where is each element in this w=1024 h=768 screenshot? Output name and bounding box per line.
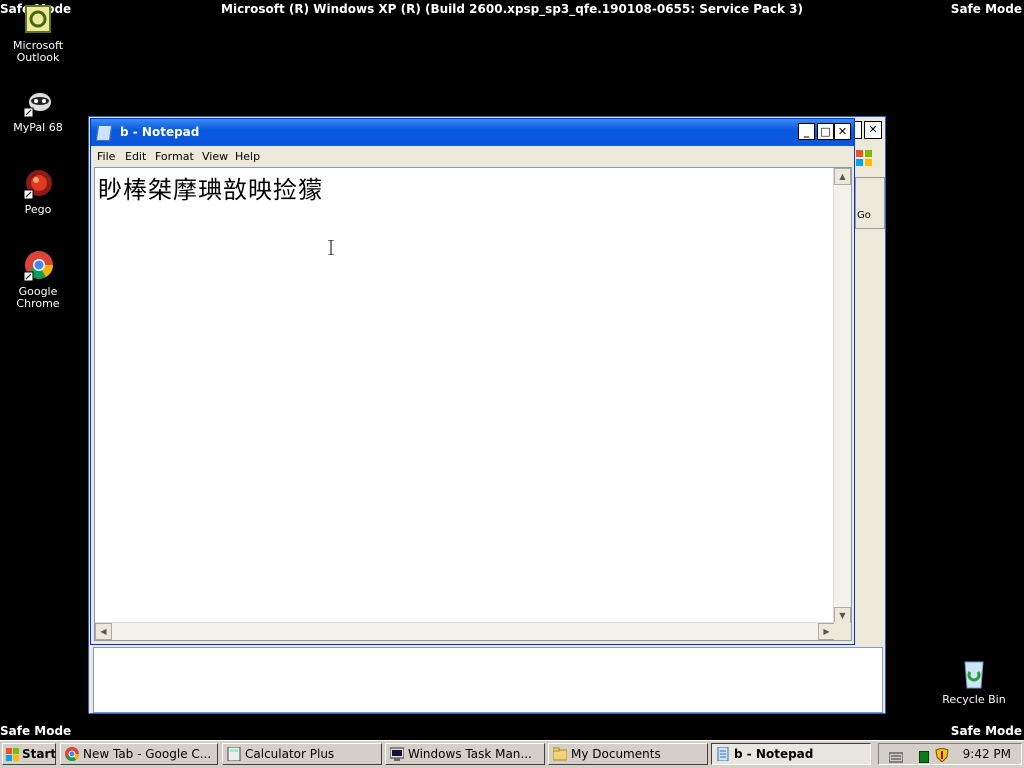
maximize-button[interactable]: □: [817, 123, 834, 140]
go-button[interactable]: Go: [855, 205, 885, 227]
close-button[interactable]: ✕: [834, 123, 851, 140]
notepad-titlebar[interactable]: b - Notepad _ □ ✕: [91, 119, 854, 146]
menu-format[interactable]: Format: [155, 150, 194, 163]
taskbar-item-calculator[interactable]: Calculator Plus: [222, 743, 382, 765]
desktop-icon-pego[interactable]: Pego: [0, 168, 76, 216]
vertical-scrollbar[interactable]: ▲ ▼: [833, 168, 851, 624]
system-tray: 9:42 PM: [878, 743, 1022, 765]
horizontal-scrollbar[interactable]: ◀ ▶: [95, 622, 835, 640]
taskbar-item-new-tab[interactable]: New Tab - Google C...: [60, 743, 218, 765]
taskbar-item-my-documents[interactable]: My Documents: [548, 743, 708, 765]
desktop-icon-mypal[interactable]: MyPal 68: [0, 86, 76, 134]
scroll-right-button[interactable]: ▶: [818, 623, 835, 640]
desktop-icon-label: Google Chrome: [16, 285, 60, 310]
windows-flag-icon: [855, 149, 873, 167]
status-icon[interactable]: [918, 748, 930, 764]
outlook-icon: [22, 4, 54, 36]
build-banner: Microsoft (R) Windows XP (R) (Build 2600…: [221, 2, 803, 16]
taskbar-item-label: My Documents: [571, 747, 661, 761]
editor-text: 眇棒桀摩琠敨映捡獴: [98, 176, 323, 204]
text-editor[interactable]: 眇棒桀摩琠敨映捡獴 ▲ ▼ ◀ ▶: [94, 167, 852, 641]
text-cursor-icon: [328, 239, 334, 256]
task-manager-icon: [389, 747, 405, 761]
chrome-icon: [22, 250, 54, 282]
scroll-left-button[interactable]: ◀: [95, 623, 112, 640]
scroll-up-button[interactable]: ▲: [834, 168, 851, 185]
taskbar-item-label: b - Notepad: [734, 747, 814, 761]
scroll-down-button[interactable]: ▼: [834, 607, 851, 624]
taskbar-item-label: New Tab - Google C...: [83, 747, 212, 761]
menu-edit[interactable]: Edit: [125, 150, 146, 163]
mypal-icon: [22, 86, 54, 118]
desktop-icon-label: MyPal 68: [13, 121, 63, 134]
menu-bar: File Edit Format View Help: [91, 147, 854, 167]
safe-mode-label-bottom-left: Safe Mode: [0, 724, 72, 738]
safe-mode-label-bottom-right: Safe Mode: [950, 724, 1022, 738]
menu-file[interactable]: File: [97, 150, 115, 163]
keyboard-icon[interactable]: [888, 748, 904, 763]
notepad-window[interactable]: b - Notepad _ □ ✕ File Edit Format View …: [90, 118, 855, 645]
desktop-icon-recycle-bin[interactable]: Recycle Bin: [936, 658, 1012, 706]
window-title: b - Notepad: [120, 125, 200, 139]
desktop-icon-label: Recycle Bin: [942, 693, 1006, 706]
resize-grip[interactable]: [834, 623, 851, 640]
folder-icon: [552, 747, 568, 761]
minimize-button[interactable]: _: [798, 123, 815, 140]
taskbar-item-task-manager[interactable]: Windows Task Man...: [385, 743, 545, 765]
taskbar: Start New Tab - Google C... Calculator P…: [0, 740, 1024, 768]
start-button[interactable]: Start: [2, 743, 56, 765]
safe-mode-label-top-right: Safe Mode: [950, 2, 1022, 16]
chrome-icon: [65, 747, 80, 762]
desktop-icon-label: Pego: [24, 203, 52, 216]
menu-view[interactable]: View: [202, 150, 228, 163]
pego-icon: [22, 168, 54, 200]
menu-help[interactable]: Help: [235, 150, 260, 163]
taskbar-item-notepad[interactable]: b - Notepad: [711, 743, 871, 765]
desktop-icon-label: Microsoft Outlook: [12, 39, 64, 64]
notepad-icon: [95, 125, 113, 141]
taskbar-item-label: Windows Task Man...: [408, 747, 532, 761]
background-window-close-button[interactable]: ✕: [864, 121, 882, 139]
windows-flag-icon: [6, 748, 19, 761]
clock[interactable]: 9:42 PM: [963, 747, 1011, 761]
background-window-content: [93, 647, 883, 713]
calculator-icon: [227, 746, 241, 762]
recycle-bin-icon: [958, 658, 990, 690]
notepad-icon: [716, 746, 730, 762]
desktop-icon-chrome[interactable]: Google Chrome: [0, 250, 76, 310]
security-shield-icon[interactable]: [935, 747, 949, 763]
start-label: Start: [22, 747, 57, 761]
desktop-icon-outlook[interactable]: Microsoft Outlook: [0, 4, 76, 64]
taskbar-item-label: Calculator Plus: [245, 747, 335, 761]
